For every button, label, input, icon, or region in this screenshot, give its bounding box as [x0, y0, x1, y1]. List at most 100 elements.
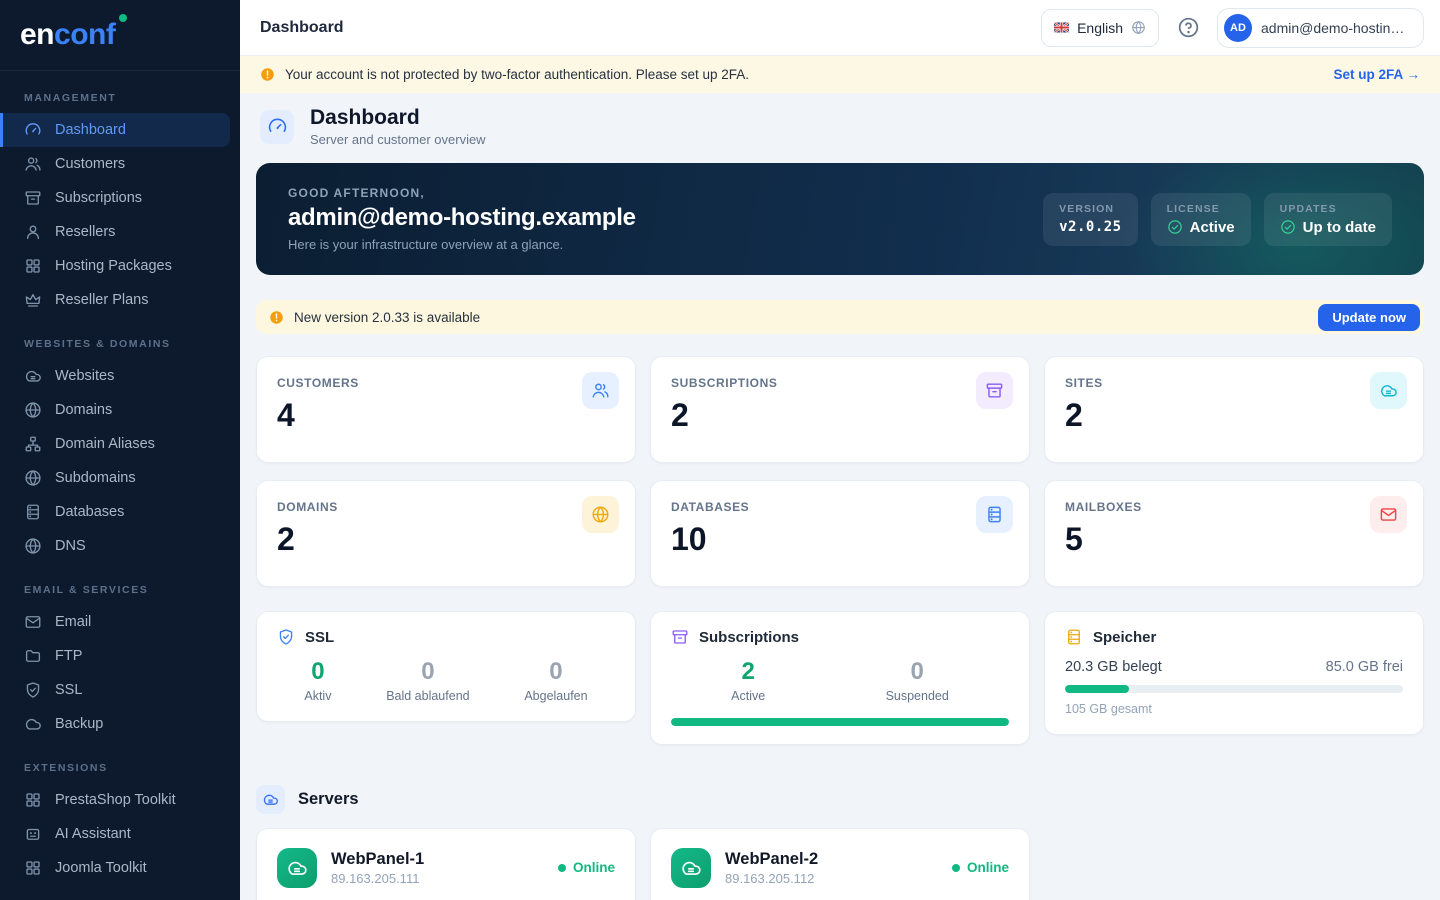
- sidebar-item-resellers[interactable]: Resellers: [0, 215, 230, 249]
- sidebar-item-prestashop-toolkit[interactable]: PrestaShop Toolkit: [0, 783, 230, 817]
- cloud-server-icon: [24, 367, 42, 385]
- sidebar-item-hosting-packages[interactable]: Hosting Packages: [0, 249, 230, 283]
- subscriptions-card-header: Subscriptions: [671, 628, 1009, 646]
- gauge-icon: [267, 116, 288, 137]
- page-subtitle: Server and customer overview: [310, 132, 486, 147]
- storage-used: 20.3 GB belegt: [1065, 659, 1162, 675]
- sidebar-section-management: MANAGEMENT: [0, 71, 240, 113]
- database-icon: [985, 505, 1004, 524]
- servers-grid: WebPanel-1 89.163.205.111 Online standal…: [256, 828, 1424, 900]
- robot-icon: [24, 825, 42, 843]
- account-menu[interactable]: AD admin@demo-hosting.example: [1217, 8, 1424, 48]
- sidebar-item-databases[interactable]: Databases: [0, 495, 230, 529]
- brand-suffix: conf: [54, 18, 115, 51]
- brand-name: enconf: [20, 18, 115, 52]
- server-card-webpanel-1[interactable]: WebPanel-1 89.163.205.111 Online standal…: [256, 828, 636, 900]
- sidebar-item-subscriptions[interactable]: Subscriptions: [0, 181, 230, 215]
- sidebar-item-reseller-plans[interactable]: Reseller Plans: [0, 283, 230, 317]
- brand-prefix: en: [20, 18, 54, 51]
- update-now-button[interactable]: Update now: [1318, 304, 1420, 331]
- brand-dot: [119, 14, 127, 22]
- storage-progress-track: [1065, 685, 1403, 693]
- cloud-server-icon: [680, 857, 702, 879]
- stat-iconbox: [582, 372, 619, 409]
- stat-card-databases[interactable]: DATABASES 10: [650, 480, 1030, 587]
- stat-card-mailboxes[interactable]: MAILBOXES 5: [1044, 480, 1424, 587]
- sidebar-item-backup[interactable]: Backup: [0, 707, 230, 741]
- sidebar-item-label: Backup: [55, 716, 103, 732]
- server-status: Online: [558, 860, 615, 875]
- updates-badge-value: Up to date: [1280, 219, 1376, 236]
- help-icon: [1177, 16, 1200, 39]
- ssl-expiring-value: 0: [386, 659, 469, 685]
- stat-card-customers[interactable]: CUSTOMERS 4: [256, 356, 636, 463]
- sidebar-item-ftp[interactable]: FTP: [0, 639, 230, 673]
- stat-iconbox: [976, 372, 1013, 409]
- twofa-warning-banner: Your account is not protected by two-fac…: [240, 56, 1440, 93]
- page-header-text: Dashboard Server and customer overview: [310, 106, 486, 147]
- sidebar-item-domains[interactable]: Domains: [0, 393, 230, 427]
- cloud-server-icon: [286, 857, 308, 879]
- sidebar-item-label: Reseller Plans: [55, 292, 149, 308]
- stat-label: SUBSCRIPTIONS: [671, 376, 1009, 390]
- folder-icon: [24, 647, 42, 665]
- sidebar-section-websites-domains: WEBSITES & DOMAINS: [0, 317, 240, 359]
- stat-card-domains[interactable]: DOMAINS 2: [256, 480, 636, 587]
- stat-value: 10: [671, 523, 1009, 555]
- subscriptions-summary-card: Subscriptions 2 Active 0 Suspended: [650, 611, 1030, 744]
- updates-badge: UPDATES Up to date: [1264, 193, 1392, 246]
- sidebar-item-domain-aliases[interactable]: Domain Aliases: [0, 427, 230, 461]
- sidebar-item-dashboard[interactable]: Dashboard: [0, 113, 230, 147]
- servers-section-header: Servers: [256, 785, 1424, 814]
- sidebar-item-label: Domains: [55, 402, 112, 418]
- hero-text: GOOD AFTERNOON, admin@demo-hosting.examp…: [288, 186, 636, 252]
- sidebar-item-label: Databases: [55, 504, 124, 520]
- servers-iconbox: [256, 785, 285, 814]
- server-name: WebPanel-1: [331, 850, 424, 869]
- archive-icon: [671, 628, 689, 646]
- setup-2fa-link[interactable]: Set up 2FA →: [1333, 67, 1420, 82]
- ssl-expired-stat: 0 Abgelaufen: [524, 659, 587, 702]
- shield-check-icon: [277, 628, 295, 646]
- stat-card-sites[interactable]: SITES 2: [1044, 356, 1424, 463]
- sidebar-item-joomla-toolkit[interactable]: Joomla Toolkit: [0, 851, 230, 885]
- sidebar-item-websites[interactable]: Websites: [0, 359, 230, 393]
- globe-icon: [1131, 20, 1146, 35]
- welcome-hero: GOOD AFTERNOON, admin@demo-hosting.examp…: [256, 163, 1424, 275]
- topbar-actions: English AD admin@demo-hosting.example: [1041, 8, 1424, 48]
- shield-check-icon: [24, 681, 42, 699]
- twofa-warning-text: Your account is not protected by two-fac…: [285, 67, 749, 82]
- sidebar-item-email[interactable]: Email: [0, 605, 230, 639]
- server-card-top: WebPanel-2 89.163.205.112 Online: [671, 848, 1009, 888]
- subscriptions-suspended-value: 0: [886, 659, 949, 685]
- sidebar-item-ssl[interactable]: SSL: [0, 673, 230, 707]
- stat-card-subscriptions[interactable]: SUBSCRIPTIONS 2: [650, 356, 1030, 463]
- stat-value: 2: [1065, 399, 1403, 431]
- server-card-top: WebPanel-1 89.163.205.111 Online: [277, 848, 615, 888]
- sidebar-item-dns[interactable]: DNS: [0, 529, 230, 563]
- hero-subtitle: Here is your infrastructure overview at …: [288, 237, 636, 252]
- storage-usage-row: 20.3 GB belegt 85.0 GB frei: [1065, 659, 1403, 675]
- sitemap-icon: [24, 435, 42, 453]
- ssl-summary-card: SSL 0 Aktiv 0 Bald ablaufend 0: [256, 611, 636, 721]
- server-card-webpanel-2[interactable]: WebPanel-2 89.163.205.112 Online web mai…: [650, 828, 1030, 900]
- check-circle-icon: [1167, 219, 1183, 235]
- help-button[interactable]: [1169, 9, 1207, 47]
- sidebar-item-customers[interactable]: Customers: [0, 147, 230, 181]
- stat-iconbox: [1370, 496, 1407, 533]
- sidebar-item-ai-assistant[interactable]: AI Assistant: [0, 817, 230, 851]
- brand-logo[interactable]: enconf: [0, 0, 240, 71]
- stat-iconbox: [1370, 372, 1407, 409]
- stat-value: 5: [1065, 523, 1403, 555]
- stat-label: CUSTOMERS: [277, 376, 615, 390]
- hero-greeting: GOOD AFTERNOON,: [288, 186, 636, 200]
- page-title: Dashboard: [310, 106, 486, 130]
- subscriptions-active-stat: 2 Active: [731, 659, 765, 702]
- stat-iconbox: [976, 496, 1013, 533]
- subscriptions-stats: 2 Active 0 Suspended: [671, 659, 1009, 702]
- storage-icon: [1065, 628, 1083, 646]
- subscriptions-progress-fill: [671, 718, 1009, 726]
- language-selector[interactable]: English: [1041, 9, 1159, 47]
- sidebar-item-subdomains[interactable]: Subdomains: [0, 461, 230, 495]
- storage-progress-fill: [1065, 685, 1129, 693]
